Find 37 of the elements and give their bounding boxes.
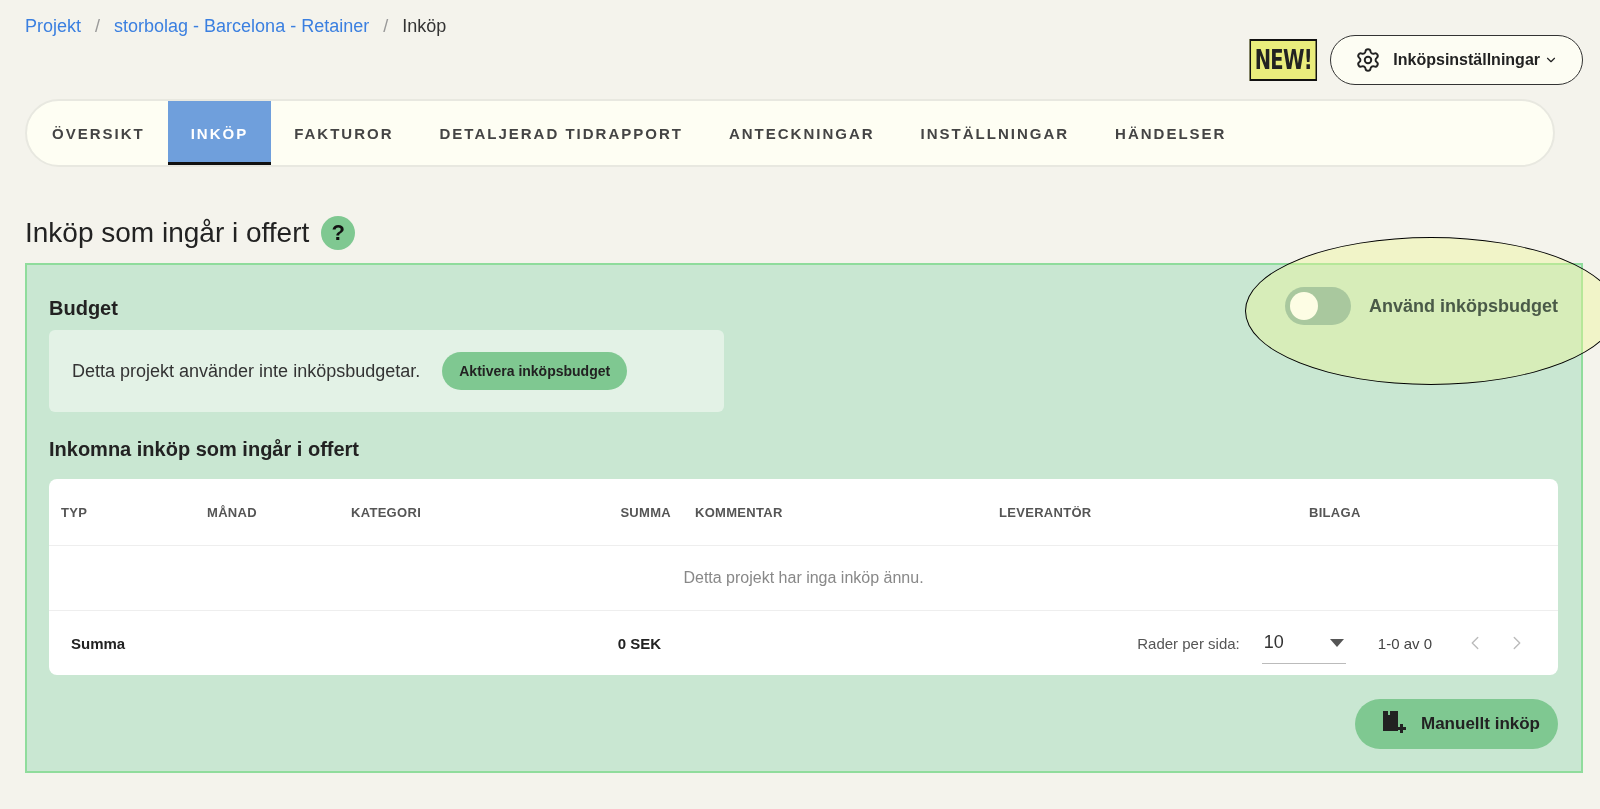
breadcrumb-current: Inköp [402,16,447,37]
rows-per-page-select[interactable]: 10 [1261,622,1346,664]
page-range: 1-0 av 0 [1377,634,1432,652]
new-badge: NEW! [1249,39,1318,81]
breadcrumb-separator: / [95,16,101,37]
tab[interactable]: ÖVERSIKT [29,101,168,165]
settings-icon [1355,47,1382,73]
budget-heading: Budget [49,297,119,320]
column-header: KATEGORI [350,504,423,520]
budget-info-text: Detta projekt använder inte inköpsbudgetar. [72,360,421,382]
column-header: BILAGA [1308,504,1362,520]
rows-per-page-label: Rader per sida: [1137,634,1240,652]
budget-toggle[interactable] [1285,287,1351,325]
breadcrumb-link[interactable]: Projekt [25,16,82,37]
purchases-heading: Inkomna inköp som ingår i offert [49,438,361,461]
column-header: MÅNAD [206,504,258,520]
column-header: LEVERANTÖR [998,504,1093,520]
tab[interactable]: HÄNDELSER [1092,101,1250,165]
total-label: Summa [70,634,127,652]
breadcrumb-link[interactable]: storbolag - Barcelona - Retainer [114,16,370,37]
tab[interactable]: DETALJERAD TIDRAPPORT [416,101,706,165]
column-header: SUMMA [619,504,672,520]
empty-table-message: Detta projekt har inga inköp ännu. [683,569,924,587]
toggle-label: Använd inköpsbudget [1369,295,1558,317]
tab[interactable]: INSTÄLLNINGAR [897,101,1093,165]
tab[interactable]: FAKTUROR [271,101,417,165]
section-title: Inköp som ingår i offert [25,217,310,249]
activate-budget-button[interactable]: Aktivera inköpsbudget [442,352,628,390]
caret-icon [1329,638,1344,647]
tab[interactable]: ANTECKNINGAR [705,101,898,165]
column-header: KOMMENTAR [694,504,784,520]
total-value: 0 SEK [616,634,662,652]
column-header: TYP [60,504,89,520]
settings-dropdown-button[interactable]: Inköpsinställningar [1330,35,1583,85]
breadcrumb-separator: / [383,16,389,37]
help-icon[interactable]: ? [321,216,356,250]
manual-purchase-button[interactable]: Manuellt inköp [1355,699,1558,749]
